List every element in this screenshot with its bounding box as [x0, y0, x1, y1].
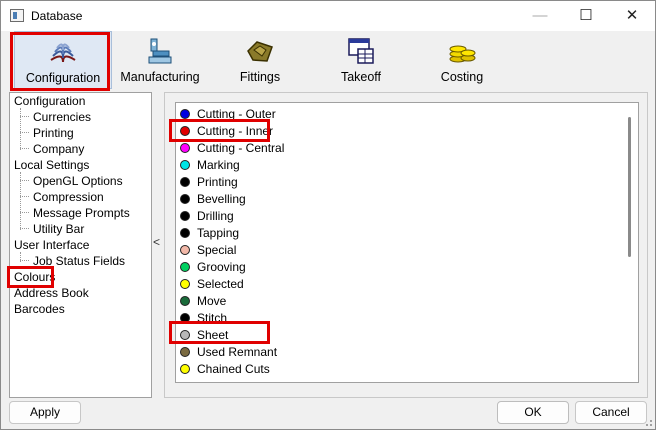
colour-label: Drilling: [197, 209, 234, 223]
colour-swatch-icon[interactable]: [180, 330, 190, 340]
colour-label: Printing: [197, 175, 238, 189]
colour-swatch-icon[interactable]: [180, 347, 190, 357]
colour-swatch-icon[interactable]: [180, 228, 190, 238]
tree-connector: [20, 228, 29, 229]
settings-tree[interactable]: Configuration Currencies Printing Compan…: [9, 92, 152, 398]
tree-connector: [20, 196, 29, 197]
tree-connector: [20, 116, 29, 117]
tree-item-colours[interactable]: Colours: [14, 270, 56, 284]
colour-swatch-icon[interactable]: [180, 296, 190, 306]
toolbar-label: Takeoff: [340, 70, 382, 84]
tree-item-opengl-options[interactable]: OpenGL Options: [33, 174, 123, 188]
colour-label: Bevelling: [197, 192, 246, 206]
database-window: Database — ☐ ✕ Configuration Manufacturi…: [0, 0, 656, 430]
colour-swatch-icon[interactable]: [180, 126, 190, 136]
takeoff-icon: [348, 38, 374, 64]
colour-swatch-icon[interactable]: [180, 109, 190, 119]
cancel-button[interactable]: Cancel: [575, 401, 647, 424]
colour-label: Move: [197, 294, 227, 308]
apply-button[interactable]: Apply: [9, 401, 81, 424]
toolbar-configuration-button[interactable]: Configuration: [14, 31, 112, 89]
tree-item-compression[interactable]: Compression: [33, 190, 104, 204]
tree-item-message-prompts[interactable]: Message Prompts: [33, 206, 130, 220]
book-icon: [50, 43, 76, 63]
tree-connector: [20, 132, 29, 133]
colour-label: Special: [197, 243, 237, 257]
colour-swatch-icon[interactable]: [180, 194, 190, 204]
colour-swatch-icon[interactable]: [180, 364, 190, 374]
toolbar-manufacturing-button[interactable]: Manufacturing: [111, 31, 209, 89]
colour-label: Chained Cuts: [197, 362, 270, 376]
colours-list[interactable]: Cutting - Outer Cutting - Inner Cutting - …: [175, 102, 639, 383]
tree-connector: [20, 180, 29, 181]
toolbar-label: Manufacturing: [120, 70, 200, 84]
toolbar-label: Configuration: [25, 71, 101, 85]
colour-label: Cutting - Inner: [197, 124, 274, 138]
maximize-button[interactable]: ☐: [563, 1, 609, 31]
toolbar-fittings-button[interactable]: Fittings: [211, 31, 309, 89]
toolbar-label: Costing: [440, 70, 484, 84]
colour-label: Used Remnant: [197, 345, 278, 359]
coins-icon: [449, 45, 476, 63]
tree-item-user-interface[interactable]: User Interface: [14, 238, 89, 252]
toolbar-label: Fittings: [239, 70, 281, 84]
tree-item-currencies[interactable]: Currencies: [33, 110, 91, 124]
colour-label: Grooving: [197, 260, 246, 274]
app-icon: [10, 9, 24, 22]
window-title: Database: [31, 9, 83, 23]
minimize-button[interactable]: —: [517, 1, 563, 31]
colour-label: Marking: [197, 158, 240, 172]
robot-arm-icon: [148, 38, 172, 64]
tree-item-printing[interactable]: Printing: [33, 126, 74, 140]
title-bar: Database — ☐ ✕: [1, 1, 655, 31]
colour-label: Stitch: [197, 311, 228, 325]
tree-connector: [20, 148, 29, 149]
collapse-arrow-icon[interactable]: <: [153, 235, 160, 249]
close-button[interactable]: ✕: [609, 1, 655, 31]
tree-item-barcodes[interactable]: Barcodes: [14, 302, 65, 316]
panel-splitter[interactable]: <: [152, 92, 164, 398]
colour-swatch-icon[interactable]: [180, 313, 190, 323]
tree-connector: [20, 260, 29, 261]
colour-swatch-icon[interactable]: [180, 262, 190, 272]
fittings-icon: [247, 41, 273, 62]
tree-item-configuration[interactable]: Configuration: [14, 94, 85, 108]
colour-swatch-icon[interactable]: [180, 160, 190, 170]
colour-swatch-icon[interactable]: [180, 211, 190, 221]
colour-label: Selected: [197, 277, 244, 291]
colour-swatch-icon[interactable]: [180, 245, 190, 255]
tree-connector: [20, 212, 29, 213]
resize-grip-icon[interactable]: [643, 417, 653, 427]
colour-swatch-icon[interactable]: [180, 177, 190, 187]
tree-item-local-settings[interactable]: Local Settings: [14, 158, 89, 172]
toolbar-costing-button[interactable]: Costing: [413, 31, 511, 89]
colour-label: Tapping: [197, 226, 240, 240]
tree-item-utility-bar[interactable]: Utility Bar: [33, 222, 84, 236]
toolbar-takeoff-button[interactable]: Takeoff: [312, 31, 410, 89]
vertical-scrollbar[interactable]: [628, 117, 631, 257]
tree-connector: [20, 108, 21, 150]
category-toolbar: Configuration Manufacturing Fittings Tak…: [1, 31, 655, 90]
colour-swatch-icon[interactable]: [180, 143, 190, 153]
colour-label: Sheet: [197, 328, 229, 342]
tree-item-company[interactable]: Company: [33, 142, 84, 156]
tree-item-job-status-fields[interactable]: Job Status Fields: [33, 254, 125, 268]
colour-label: Cutting - Central: [197, 141, 285, 155]
tree-item-address-book[interactable]: Address Book: [14, 286, 89, 300]
colour-swatch-icon[interactable]: [180, 279, 190, 289]
colour-label: Cutting - Outer: [197, 107, 276, 121]
ok-button[interactable]: OK: [497, 401, 569, 424]
